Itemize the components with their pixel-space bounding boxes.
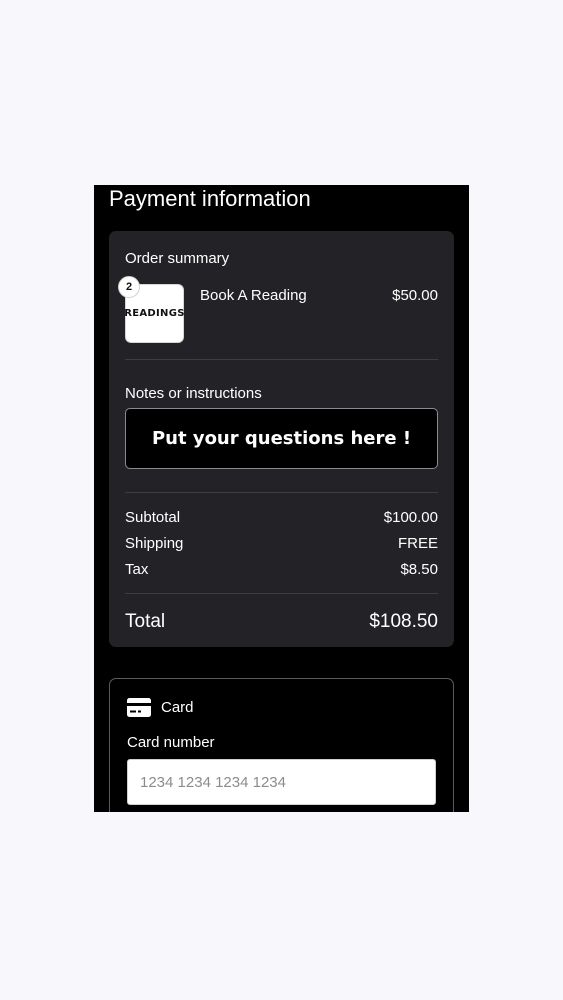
order-summary-label: Order summary	[125, 250, 230, 267]
checkout-screen: Payment information Order summary READIN…	[94, 185, 469, 812]
shipping-label: Shipping	[125, 535, 184, 552]
total-row: Total $108.50	[125, 611, 438, 635]
quantity-badge: 2	[118, 276, 140, 298]
product-thumbnail-logo: READINGS	[124, 308, 185, 319]
notes-input[interactable]: Put your questions here !	[125, 408, 438, 469]
tax-label: Tax	[125, 561, 149, 578]
divider	[125, 359, 438, 360]
total-label: Total	[125, 611, 166, 632]
card-payment-panel[interactable]: Card Card number	[109, 678, 454, 812]
subtotal-label: Subtotal	[125, 509, 181, 526]
card-number-label: Card number	[127, 734, 215, 751]
notes-input-text: Put your questions here !	[151, 428, 412, 449]
card-number-input[interactable]	[127, 759, 436, 805]
page-title: Payment information	[109, 186, 311, 211]
product-name: Book A Reading	[200, 287, 307, 304]
total-value: $108.50	[369, 611, 438, 632]
shipping-row: Shipping FREE	[125, 535, 438, 555]
subtotal-value: $100.00	[383, 509, 438, 526]
product-price: $50.00	[392, 287, 438, 304]
tax-value: $8.50	[400, 561, 438, 578]
notes-label: Notes or instructions	[125, 385, 262, 402]
divider	[125, 492, 438, 493]
order-summary-panel: Order summary READINGS 2 Book A Reading …	[109, 231, 454, 647]
credit-card-icon	[127, 698, 151, 717]
shipping-value: FREE	[397, 535, 438, 552]
divider	[125, 593, 438, 594]
subtotal-row: Subtotal $100.00	[125, 509, 438, 529]
payment-method-label: Card	[161, 699, 194, 716]
tax-row: Tax $8.50	[125, 561, 438, 581]
